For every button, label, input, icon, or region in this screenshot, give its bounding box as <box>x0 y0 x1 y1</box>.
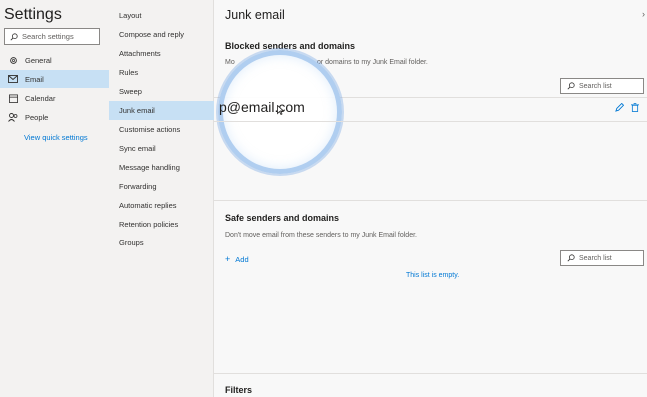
junk-email-panel: Junk email › Blocked senders and domains… <box>214 0 647 397</box>
submenu-item-junk-email[interactable]: Junk email <box>109 101 214 120</box>
mouse-cursor-icon <box>277 105 284 115</box>
email-settings-submenu: Layout Compose and reply Attachments Rul… <box>109 0 214 397</box>
submenu-item-forwarding[interactable]: Forwarding <box>109 177 214 196</box>
nav-item-people[interactable]: People <box>0 108 109 126</box>
submenu-item-customise-actions[interactable]: Customise actions <box>109 120 214 139</box>
safe-section-desc: Don't move email from these senders to m… <box>225 232 417 239</box>
submenu-item-sync-email[interactable]: Sync email <box>109 139 214 158</box>
blocked-entry-email: p@email.com <box>219 99 305 115</box>
settings-title: Settings <box>4 6 62 23</box>
safe-list-empty-message: This list is empty. <box>406 272 460 279</box>
blocked-section-title: Blocked senders and domains <box>225 41 356 51</box>
submenu-item-message-handling[interactable]: Message handling <box>109 158 214 177</box>
submenu-item-rules[interactable]: Rules <box>109 63 214 82</box>
page-title: Junk email <box>225 8 285 22</box>
submenu-item-sweep[interactable]: Sweep <box>109 82 214 101</box>
edit-icon[interactable] <box>615 103 624 112</box>
divider <box>214 121 647 122</box>
submenu-item-compose-and-reply[interactable]: Compose and reply <box>109 25 214 44</box>
filters-section-title: Filters <box>225 385 253 395</box>
nav-item-label: Calendar <box>25 93 56 103</box>
nav-item-email[interactable]: Email <box>0 70 109 88</box>
nav-item-label: People <box>25 112 49 122</box>
divider <box>214 373 647 374</box>
settings-sidebar: Settings Search settings General Email C… <box>0 0 109 397</box>
search-icon <box>10 32 18 40</box>
submenu-item-layout[interactable]: Layout <box>109 6 214 25</box>
blocked-search-placeholder: Search list <box>579 82 612 90</box>
safe-search-placeholder: Search list <box>579 254 612 262</box>
blocked-section-desc-start: Mo <box>225 59 235 66</box>
blocked-search-list-input[interactable]: Search list <box>560 78 644 94</box>
search-icon <box>567 82 575 90</box>
search-icon <box>567 254 575 262</box>
blocked-section-desc-end: or domains to my Junk Email folder. <box>317 59 428 66</box>
people-icon <box>7 112 19 122</box>
search-settings-placeholder: Search settings <box>22 32 74 41</box>
delete-icon[interactable] <box>631 103 639 112</box>
safe-search-list-input[interactable]: Search list <box>560 250 644 266</box>
submenu-item-groups[interactable]: Groups <box>109 233 214 252</box>
mail-icon <box>7 75 19 83</box>
view-quick-settings-link[interactable]: View quick settings <box>24 133 88 142</box>
submenu-item-retention-policies[interactable]: Retention policies <box>109 215 214 234</box>
close-icon[interactable]: › <box>642 9 645 19</box>
nav-item-label: Email <box>25 74 44 84</box>
calendar-icon <box>7 93 19 103</box>
search-settings-input[interactable]: Search settings <box>4 28 100 45</box>
plus-icon: + <box>225 254 231 264</box>
gear-icon <box>7 56 19 65</box>
nav-item-general[interactable]: General <box>0 51 109 69</box>
safe-section-title: Safe senders and domains <box>225 213 340 223</box>
add-safe-sender-button[interactable]: + Add <box>225 254 249 264</box>
nav-item-calendar[interactable]: Calendar <box>0 89 109 107</box>
submenu-item-automatic-replies[interactable]: Automatic replies <box>109 196 214 215</box>
divider <box>214 200 647 201</box>
submenu-item-attachments[interactable]: Attachments <box>109 44 214 63</box>
nav-item-label: General <box>25 55 52 65</box>
add-label: Add <box>235 254 249 264</box>
